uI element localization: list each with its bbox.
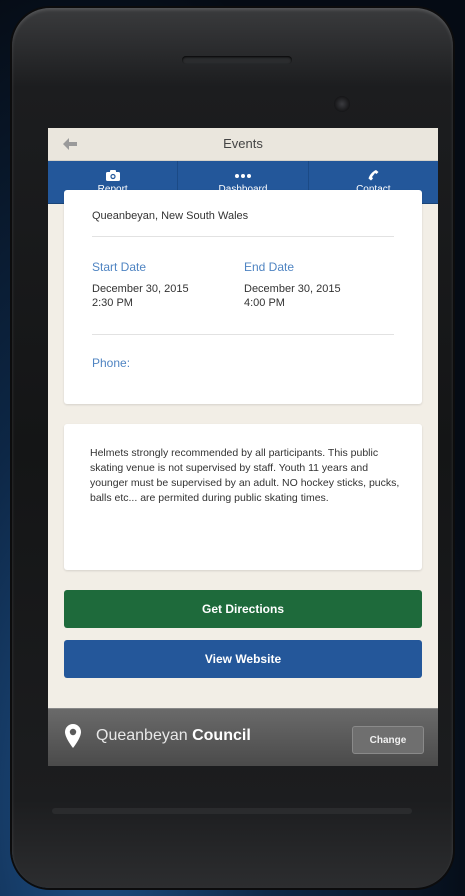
camera-icon [105,170,120,181]
end-date-label: End Date [244,260,295,274]
end-date-value: December 30, 2015 [244,283,341,295]
change-council-button[interactable]: Change [352,726,424,754]
location-pin-icon [65,724,81,748]
event-location: Queanbeyan, New South Wales [92,210,249,222]
phone-label: Phone: [92,356,131,370]
dots-icon [234,174,251,178]
council-footer: Queanbeyan Council Change [48,708,438,766]
end-time-value: 4:00 PM [244,297,285,309]
phone-bottom-edge [52,808,412,814]
start-date-value: December 30, 2015 [92,283,189,295]
app-screen: Events Report Dashboard Contact [48,128,438,766]
start-date-label: Start Date [92,260,147,274]
view-website-button[interactable]: View Website [64,640,422,678]
council-suffix: Council [192,727,251,744]
title-bar: Events [48,128,438,161]
council-prefix: Queanbeyan [96,727,188,744]
event-description-card: Helmets strongly recommended by all part… [64,424,422,570]
page-title: Events [223,136,263,151]
get-directions-button[interactable]: Get Directions [64,590,422,628]
front-camera [334,96,350,112]
event-details-card: Queanbeyan, New South Wales Start Date E… [64,190,422,404]
event-description: Helmets strongly recommended by all part… [90,447,400,504]
council-name: Queanbeyan Council [96,727,251,745]
earpiece [182,56,292,64]
phone-icon [368,170,379,181]
start-time-value: 2:30 PM [92,297,133,309]
divider [92,236,394,237]
divider [92,334,394,335]
